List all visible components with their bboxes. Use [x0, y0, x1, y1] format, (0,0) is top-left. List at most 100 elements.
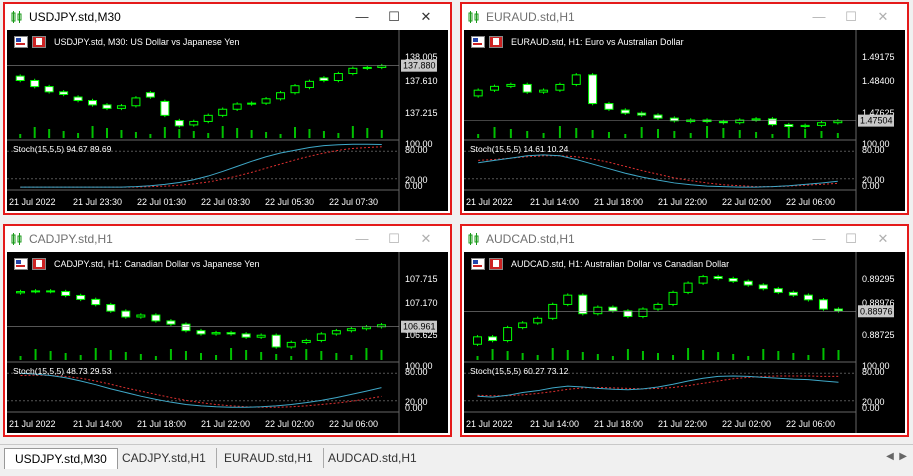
- candle-body: [555, 83, 565, 91]
- chart-tab-bar: USDJPY.std,M30 CADJPY.std,H1 EURAUD.std,…: [0, 444, 913, 476]
- price-axis-label: 0.88725: [862, 330, 895, 340]
- candle-body: [784, 124, 794, 128]
- chart-window-euraud[interactable]: EURAUD.std,H1 — ☐ ✕ 1.49175 1.48400 1.4762…: [460, 2, 909, 215]
- tab-scroll-arrows[interactable]: ◀ ▶: [886, 451, 907, 462]
- chart-area[interactable]: 138.005 137.610 137.215 137.880 100.00 80.00 2…: [7, 30, 448, 211]
- chart-titlebar[interactable]: CADJPY.std,H1 — ☐ ✕: [5, 226, 450, 252]
- flag-eu-icon: [471, 36, 485, 48]
- candle-body: [563, 294, 573, 305]
- candle-body: [256, 334, 266, 338]
- candle-body: [346, 328, 356, 332]
- time-axis-label: 22 Jul 06:00: [786, 197, 835, 207]
- flag-jp-icon: [32, 258, 46, 270]
- minimize-button[interactable]: —: [808, 7, 830, 27]
- time-axis-label: 22 Jul 02:00: [265, 419, 314, 429]
- stoch-level-label: 0.00: [862, 403, 880, 413]
- stoch-label: Stoch(15,5,5) 94.67 89.69: [13, 144, 112, 154]
- time-axis-label: 21 Jul 18:00: [594, 197, 643, 207]
- candle-body: [593, 306, 603, 315]
- candle-body: [503, 327, 513, 342]
- flag-au-icon: [489, 36, 503, 48]
- chart-area[interactable]: 1.49175 1.48400 1.47625 1.47504 100.00 80.00 2…: [464, 30, 905, 211]
- price-axis-label: 107.715: [405, 274, 438, 284]
- candle-body: [539, 89, 549, 93]
- chart-window-cadjpy[interactable]: CADJPY.std,H1 — ☐ ✕ 107.715 107.170 106.62…: [3, 224, 452, 437]
- chart-titlebar[interactable]: USDJPY.std,M30 — ☐ ✕: [5, 4, 450, 30]
- candle-body: [196, 330, 206, 335]
- chart-titlebar[interactable]: AUDCAD.std,H1 — ☐ ✕: [462, 226, 907, 252]
- stoch-label: Stoch(15,5,5) 60.27 73.12: [470, 366, 569, 376]
- chart-window-audcad[interactable]: AUDCAD.std,H1 — ☐ ✕ 0.89295 0.88976 0.8872…: [460, 224, 909, 437]
- candle-body: [203, 114, 213, 122]
- close-button[interactable]: ✕: [415, 229, 437, 249]
- candle-body: [713, 276, 723, 279]
- time-axis-label: 22 Jul 02:00: [722, 197, 771, 207]
- candle-body: [276, 92, 286, 100]
- flag-au-icon: [471, 258, 485, 270]
- chart-header: USDJPY.std, M30: US Dollar vs Japanese Y…: [54, 37, 240, 47]
- close-button[interactable]: ✕: [872, 229, 894, 249]
- chart-titlebar[interactable]: EURAUD.std,H1 — ☐ ✕: [462, 4, 907, 30]
- chart-header: EURAUD.std, H1: Euro vs Australian Dolla…: [511, 37, 684, 47]
- close-button[interactable]: ✕: [415, 7, 437, 27]
- chart-area[interactable]: 107.715 107.170 106.625 106.961 100.00 80.00 2…: [7, 252, 448, 433]
- maximize-button[interactable]: ☐: [840, 229, 862, 249]
- stoch-main-line: [478, 154, 838, 188]
- candle-body: [331, 330, 341, 335]
- candle-body: [15, 75, 25, 81]
- candle-body: [637, 112, 647, 116]
- candle-body: [620, 109, 630, 114]
- candle-body: [218, 108, 228, 116]
- chart-header: CADJPY.std, H1: Canadian Dollar vs Japan…: [54, 259, 260, 269]
- candle-body: [102, 104, 112, 109]
- price-axis-label: 1.48400: [862, 76, 895, 86]
- candle-body: [151, 314, 161, 322]
- candle-body: [578, 294, 588, 315]
- minimize-button[interactable]: —: [351, 7, 373, 27]
- candle-body: [286, 341, 296, 348]
- maximize-button[interactable]: ☐: [383, 229, 405, 249]
- current-price-label: 137.880: [403, 61, 436, 71]
- tab-euraud[interactable]: EURAUD.std,H1: [214, 448, 324, 468]
- flag-us-icon: [14, 36, 28, 48]
- candle-body: [800, 124, 810, 128]
- candle-body: [588, 74, 598, 105]
- maximize-button[interactable]: ☐: [383, 7, 405, 27]
- candle-body: [490, 85, 500, 91]
- stoch-level-label: 80.00: [405, 367, 428, 377]
- candle-body: [788, 291, 798, 296]
- candle-body: [473, 89, 483, 97]
- candle-body: [473, 336, 483, 345]
- candle-body: [31, 290, 41, 293]
- candle-body: [362, 66, 372, 69]
- candle-body: [226, 332, 236, 335]
- minimize-button[interactable]: —: [808, 229, 830, 249]
- price-axis-label: 137.215: [405, 108, 438, 118]
- candle-body: [290, 85, 300, 94]
- candle-body: [241, 333, 251, 338]
- price-axis-label: 137.610: [405, 76, 438, 86]
- candle-body: [46, 290, 56, 293]
- candle-body: [174, 120, 184, 127]
- close-button[interactable]: ✕: [872, 7, 894, 27]
- chart-window-title: EURAUD.std,H1: [486, 10, 575, 24]
- time-axis-label: 22 Jul 01:30: [137, 197, 186, 207]
- candle-body: [136, 314, 146, 318]
- tab-cadjpy[interactable]: CADJPY.std,H1: [112, 448, 217, 468]
- current-price-label: 106.961: [403, 322, 436, 332]
- candle-body: [653, 114, 663, 119]
- minimize-button[interactable]: —: [351, 229, 373, 249]
- time-axis-label: 21 Jul 2022: [9, 419, 56, 429]
- chart-window-usdjpy[interactable]: USDJPY.std,M30 — ☐ ✕ 138.005 137.610 137.2…: [3, 2, 452, 215]
- candle-body: [604, 103, 614, 110]
- tab-audcad[interactable]: AUDCAD.std,H1: [318, 448, 427, 468]
- flag-jp-icon: [32, 36, 46, 48]
- candle-body: [718, 121, 728, 124]
- chart-window-icon: [10, 10, 24, 28]
- candle-body: [61, 291, 71, 296]
- chart-area[interactable]: 0.89295 0.88976 0.88725 0.88976 100.00 80.00 2…: [464, 252, 905, 433]
- flag-ca-icon: [14, 258, 28, 270]
- candle-body: [653, 303, 663, 310]
- maximize-button[interactable]: ☐: [840, 7, 862, 27]
- tab-usdjpy[interactable]: USDJPY.std,M30: [4, 448, 118, 469]
